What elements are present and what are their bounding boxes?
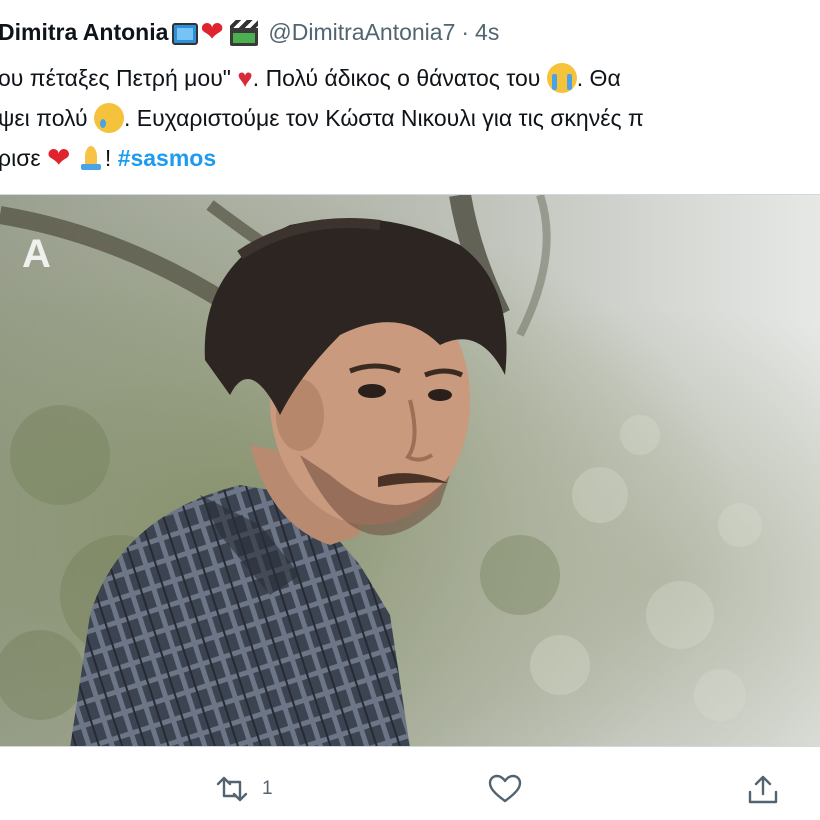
tweet-line-2: ψει πολύ . Ευχαριστούμε τον Κώστα Νικουλ…: [0, 96, 820, 136]
clapper-board-icon: [230, 20, 259, 46]
tweet-text-segment: ου πέταξες Πετρή μου": [0, 64, 231, 91]
name-emojis: ❤: [172, 16, 259, 47]
tweet-text-segment: . Πολύ άδικος ο θάνατος του: [252, 64, 541, 91]
heart-outline-icon: [488, 774, 522, 803]
like-button[interactable]: [488, 774, 522, 804]
hashtag-link[interactable]: #sasmos: [118, 145, 216, 171]
channel-logo: Α: [22, 232, 51, 276]
tweet-text-segment: . Ευχαριστούμε τον Κώστα Νικουλι για τις…: [123, 104, 644, 131]
timestamp[interactable]: 4s: [475, 19, 499, 46]
tv-icon: [172, 23, 199, 45]
video-still: Α: [0, 195, 820, 746]
retweet-icon: [216, 776, 248, 802]
sob-face-icon: [546, 62, 577, 93]
red-heart-icon: ❤: [200, 16, 224, 47]
share-icon: [748, 775, 778, 804]
broken-heart-icon: ♥: [237, 62, 253, 93]
tweet-text-segment: ρισε: [0, 144, 41, 171]
author-handle[interactable]: @DimitraAntonia7: [268, 19, 455, 46]
tweet-line-3: ρισε ❤ ! #sasmos: [0, 136, 820, 176]
separator-dot: ·: [461, 18, 470, 45]
tweet-text-segment: . Θα: [576, 64, 621, 91]
tweet-line-1: ου πέταξες Πετρή μου" ♥. Πολύ άδικος ο θ…: [0, 56, 820, 96]
tweet-text-segment: ψει πολύ: [0, 104, 88, 131]
tweet-header: Dimitra Antonia ❤ @DimitraAntonia7 · 4s: [0, 14, 820, 50]
tweet-actions-bar: 1: [0, 760, 820, 820]
retweet-count: 1: [262, 778, 273, 799]
tweet-media-image[interactable]: Α: [0, 194, 820, 747]
smiling-face-with-tear-icon: [93, 102, 124, 133]
tweet-text-segment: !: [104, 144, 112, 171]
author-name[interactable]: Dimitra Antonia: [0, 19, 168, 46]
red-heart-icon: ❤: [47, 141, 71, 173]
folded-hands-icon: [77, 144, 105, 172]
tweet-text: ου πέταξες Πετρή μου" ♥. Πολύ άδικος ο θ…: [0, 56, 820, 176]
share-button[interactable]: [746, 774, 780, 806]
retweet-button[interactable]: 1: [214, 774, 273, 804]
